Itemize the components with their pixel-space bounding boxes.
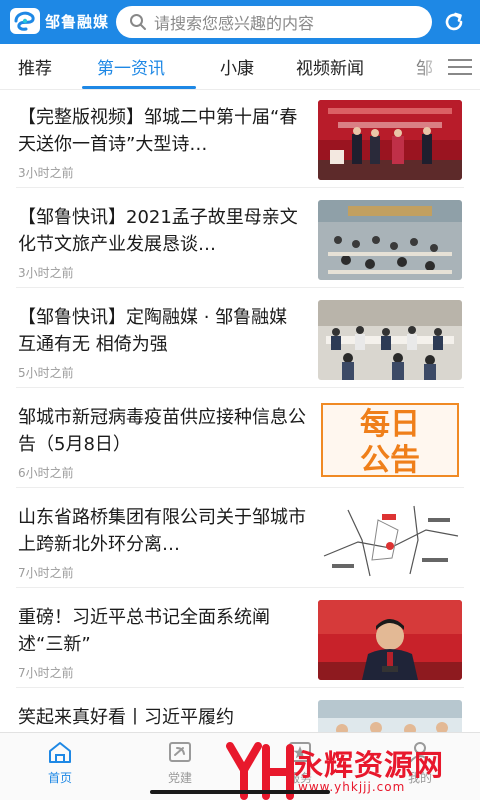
app-logo-icon: [10, 8, 40, 34]
thumb-text-notice: 公告: [360, 443, 420, 478]
news-title: 山东省路桥集团有限公司关于邹城市上跨新北外环分离…: [18, 507, 306, 555]
thumb-text-daily: 每日: [360, 407, 420, 442]
top-header: 邹鲁融媒 请搜索您感兴趣的内容: [0, 0, 480, 44]
news-thumbnail: [318, 700, 462, 732]
tabs-fade: [400, 44, 444, 88]
news-feed: 【完整版视频】邹城二中第十届“春天送你一首诗”大型诗… 3小时之前 【邹鲁快讯】…: [0, 90, 480, 732]
home-icon: [46, 739, 74, 765]
refresh-icon[interactable]: [440, 9, 468, 35]
app-logo[interactable]: 邹鲁融媒: [10, 8, 109, 34]
news-time: 3小时之前: [18, 166, 74, 180]
news-title: 邹城市新冠病毒疫苗供应接种信息公告（5月8日）: [18, 407, 306, 455]
tab-recommend[interactable]: 推荐: [18, 54, 52, 79]
tab-xiaokang[interactable]: 小康: [220, 54, 254, 79]
news-title: 【完整版视频】邹城二中第十届“春天送你一首诗”大型诗…: [18, 107, 298, 155]
channel-menu-icon[interactable]: [444, 54, 476, 80]
news-time: 5小时之前: [18, 366, 74, 380]
app-name: 邹鲁融媒: [45, 12, 110, 31]
watermark-text: 永辉资源网: [294, 748, 445, 782]
party-flag-icon: [166, 739, 194, 765]
news-thumbnail: [318, 600, 462, 680]
active-tab-indicator: [82, 86, 196, 89]
search-input[interactable]: 请搜索您感兴趣的内容: [154, 10, 314, 34]
news-time: 7小时之前: [18, 666, 74, 680]
news-thumbnail: [318, 200, 462, 280]
news-time: 6小时之前: [18, 466, 74, 480]
news-thumbnail: [318, 300, 462, 380]
news-title: 重磅！习近平总书记全面系统阐述“三新”: [18, 607, 270, 655]
search-icon: [128, 12, 148, 32]
list-item[interactable]: 笑起来真好看丨习近平履约: [16, 692, 464, 732]
news-time: 3小时之前: [18, 266, 74, 280]
news-thumbnail: [318, 500, 462, 580]
news-title: 【邹鲁快讯】定陶融媒 · 邹鲁融媒 互通有无 相倚为强: [18, 307, 288, 355]
channel-tabs: 推荐 第一资讯 小康 视频新闻 邹: [0, 44, 480, 90]
list-item[interactable]: 重磅！习近平总书记全面系统阐述“三新” 7小时之前: [16, 592, 464, 688]
list-item[interactable]: 【完整版视频】邹城二中第十届“春天送你一首诗”大型诗… 3小时之前: [16, 92, 464, 188]
nav-party[interactable]: 党建: [150, 739, 210, 786]
search-bar[interactable]: 请搜索您感兴趣的内容: [116, 6, 432, 38]
news-title: 【邹鲁快讯】2021孟子故里母亲文化节文旅产业发展恳谈…: [18, 207, 298, 255]
nav-home[interactable]: 首页: [30, 739, 90, 786]
list-item[interactable]: 邹城市新冠病毒疫苗供应接种信息公告（5月8日） 6小时之前 每日 公告: [16, 392, 464, 488]
news-time: 7小时之前: [18, 566, 74, 580]
list-item[interactable]: 【邹鲁快讯】2021孟子故里母亲文化节文旅产业发展恳谈… 3小时之前: [16, 192, 464, 288]
list-item[interactable]: 山东省路桥集团有限公司关于邹城市上跨新北外环分离… 7小时之前: [16, 492, 464, 588]
tab-first-news[interactable]: 第一资讯: [97, 54, 165, 79]
nav-party-label: 党建: [167, 771, 192, 785]
list-item[interactable]: 【邹鲁快讯】定陶融媒 · 邹鲁融媒 互通有无 相倚为强 5小时之前: [16, 292, 464, 388]
nav-home-label: 首页: [47, 771, 72, 785]
news-title: 笑起来真好看丨习近平履约: [18, 707, 234, 728]
news-thumbnail: 每日 公告: [318, 400, 462, 480]
home-indicator[interactable]: [150, 790, 330, 794]
news-thumbnail: [318, 100, 462, 180]
tab-video-news[interactable]: 视频新闻: [296, 54, 364, 79]
